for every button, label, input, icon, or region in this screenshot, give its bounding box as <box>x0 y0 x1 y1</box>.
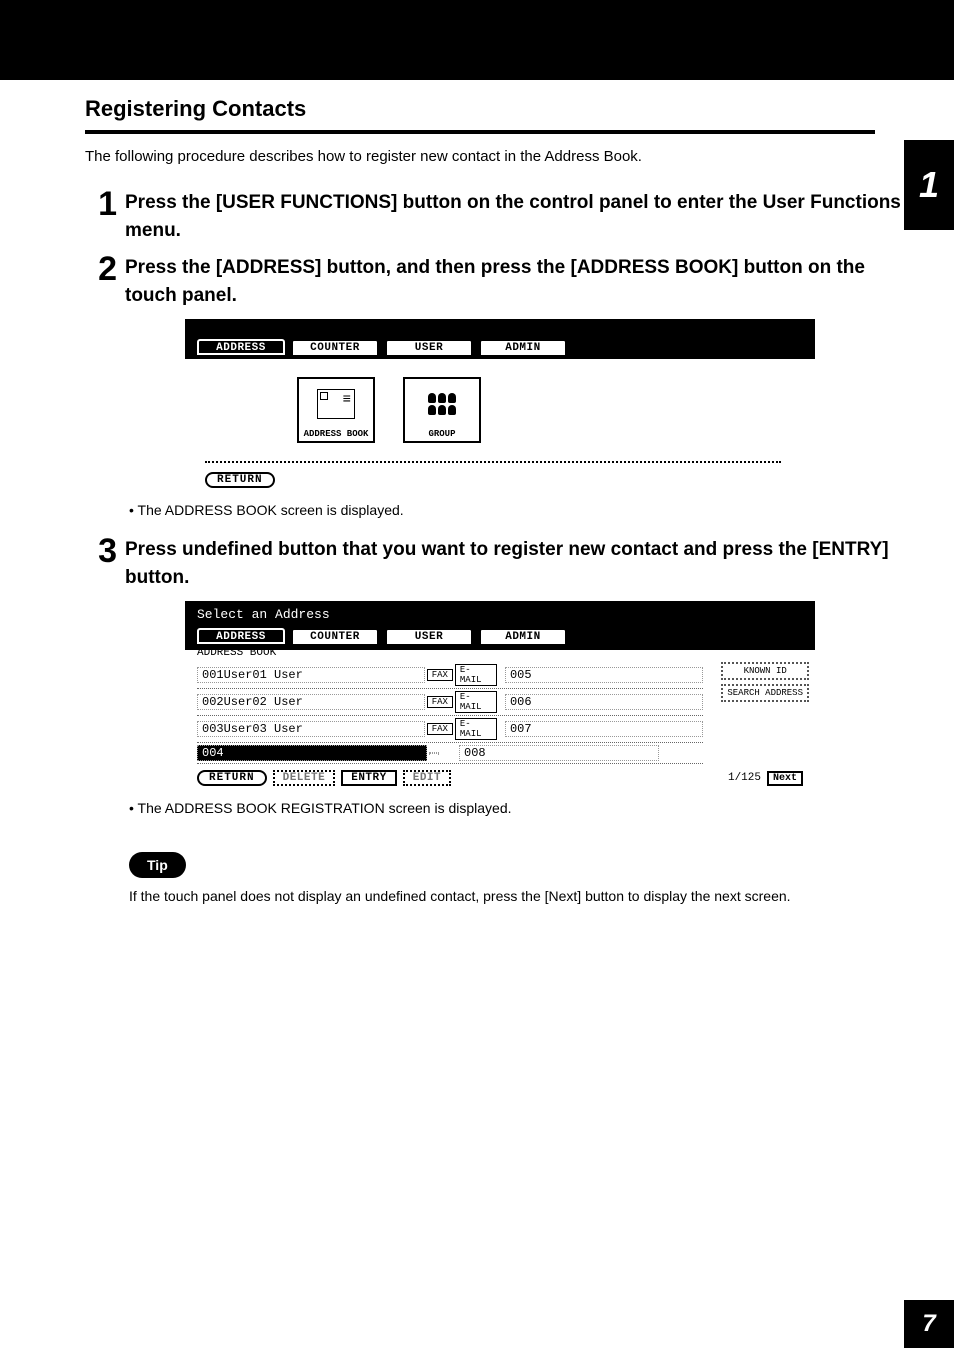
return-button[interactable]: RETURN <box>197 770 267 786</box>
section-title: Registering Contacts <box>85 96 904 122</box>
chapter-side-tab: 1 <box>904 140 954 230</box>
step-1-text: Press the [USER FUNCTIONS] button on the… <box>125 189 904 244</box>
edit-button: EDIT <box>403 770 451 786</box>
step-1: 1 Press the [USER FUNCTIONS] button on t… <box>85 189 904 244</box>
row-fax[interactable]: FAX <box>427 669 453 681</box>
row-email[interactable]: E-MAIL <box>455 691 497 713</box>
row-fax <box>429 752 439 754</box>
row-email[interactable]: E-MAIL <box>455 718 497 740</box>
delete-button: DELETE <box>273 770 336 786</box>
group-button[interactable]: GROUP <box>403 377 481 443</box>
panel1-body: ADDRESS BOOK GROUP <box>185 359 815 461</box>
step-3: 3 Press undefined button that you want t… <box>85 536 904 591</box>
search-address-button[interactable]: SEARCH ADDRESS <box>721 684 809 702</box>
tip-badge: Tip <box>129 852 186 878</box>
tab-user[interactable]: USER <box>385 339 473 355</box>
panel2-side-actions: KNOWN ID SEARCH ADDRESS <box>721 662 809 702</box>
top-black-bar <box>0 0 954 80</box>
address-book-button-label: ADDRESS BOOK <box>304 429 369 439</box>
p2-tab-user[interactable]: USER <box>385 628 473 644</box>
row-right: 006 <box>505 694 703 710</box>
page-counter: 1/125 <box>728 772 761 784</box>
step-2: 2 Press the [ADDRESS] button, and then p… <box>85 254 904 309</box>
touch-panel-1: ADDRESS COUNTER USER ADMIN ADDRESS BOOK … <box>185 319 815 494</box>
row-left: 004 <box>197 745 427 761</box>
page-number: 7 <box>904 1300 954 1348</box>
return-button[interactable]: RETURN <box>205 472 275 488</box>
touch-panel-2: Select an Address ADDRESS COUNTER USER A… <box>185 601 815 792</box>
tab-admin[interactable]: ADMIN <box>479 339 567 355</box>
panel2-breadcrumb: ADDRESS BOOK <box>185 644 815 662</box>
content-area: Registering Contacts The following proce… <box>0 80 954 904</box>
row-fax[interactable]: FAX <box>427 723 453 735</box>
panel1-footer: RETURN <box>205 461 781 494</box>
tip-text: If the touch panel does not display an u… <box>129 888 904 904</box>
p2-tab-admin[interactable]: ADMIN <box>479 628 567 644</box>
p2-tab-counter[interactable]: COUNTER <box>291 628 379 644</box>
row-left: 001User01 User <box>197 667 425 683</box>
panel2-footer: RETURN DELETE ENTRY EDIT 1/125 Next <box>185 764 815 792</box>
step-3-result-note: The ADDRESS BOOK REGISTRATION screen is … <box>129 800 904 816</box>
row-right: 005 <box>505 667 703 683</box>
address-list: 001User01 User FAX E-MAIL 005 002User02 … <box>185 662 715 764</box>
address-row[interactable]: 003User03 User FAX E-MAIL 007 <box>197 716 703 743</box>
address-row[interactable]: 002User02 User FAX E-MAIL 006 <box>197 689 703 716</box>
address-book-icon <box>299 379 373 429</box>
address-book-button[interactable]: ADDRESS BOOK <box>297 377 375 443</box>
row-right: 008 <box>459 745 659 761</box>
row-fax[interactable]: FAX <box>427 696 453 708</box>
step-3-number: 3 <box>85 534 125 568</box>
address-row-selected[interactable]: 004 008 <box>197 743 703 764</box>
panel1-tab-bar: ADDRESS COUNTER USER ADMIN <box>185 319 815 359</box>
row-left: 002User02 User <box>197 694 425 710</box>
p2-tab-address[interactable]: ADDRESS <box>197 628 285 644</box>
step-3-text: Press undefined button that you want to … <box>125 536 904 591</box>
step-2-result-note: The ADDRESS BOOK screen is displayed. <box>129 502 904 518</box>
panel2-tab-bar: ADDRESS COUNTER USER ADMIN <box>185 628 815 644</box>
entry-button[interactable]: ENTRY <box>341 770 397 786</box>
panel2-list-wrap: KNOWN ID SEARCH ADDRESS 001User01 User F… <box>185 662 815 764</box>
step-1-number: 1 <box>85 187 125 221</box>
known-id-button[interactable]: KNOWN ID <box>721 662 809 680</box>
intro-paragraph: The following procedure describes how to… <box>85 148 904 165</box>
group-icon <box>405 379 479 429</box>
tab-counter[interactable]: COUNTER <box>291 339 379 355</box>
step-2-number: 2 <box>85 252 125 286</box>
row-email[interactable]: E-MAIL <box>455 664 497 686</box>
tab-address[interactable]: ADDRESS <box>197 339 285 355</box>
row-left: 003User03 User <box>197 721 425 737</box>
step-2-text: Press the [ADDRESS] button, and then pre… <box>125 254 904 309</box>
group-button-label: GROUP <box>428 429 455 439</box>
row-right: 007 <box>505 721 703 737</box>
next-page-button[interactable]: Next <box>767 771 803 786</box>
section-divider <box>85 130 875 134</box>
address-row[interactable]: 001User01 User FAX E-MAIL 005 <box>197 662 703 689</box>
